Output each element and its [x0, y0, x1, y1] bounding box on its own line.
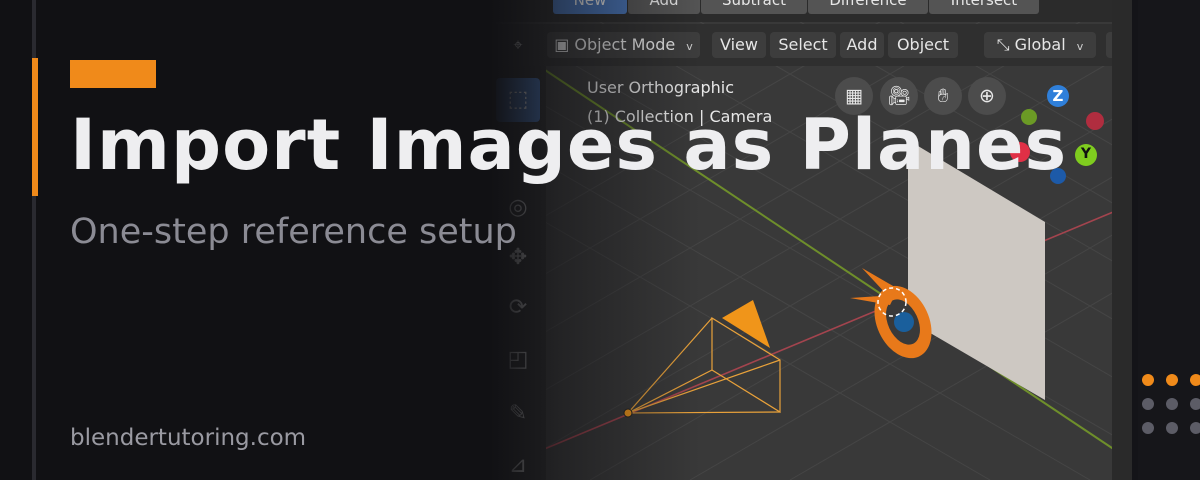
select-menu[interactable]: Select [770, 32, 836, 58]
object-menu[interactable]: Object [888, 32, 958, 58]
accent-bar [32, 58, 38, 196]
decor-dot [1166, 374, 1178, 386]
decor-dot [1190, 374, 1200, 386]
decor-dot [1142, 398, 1154, 410]
mode-label: Object Mode [574, 35, 676, 54]
chevron-down-icon: v [686, 40, 693, 53]
viewport-header: ⌖ ▣ Object Mode v View Select Add Object… [490, 24, 1132, 66]
scale-icon[interactable]: ◰ [496, 338, 540, 382]
view-menu[interactable]: View [712, 32, 766, 58]
page-title: Import Images as Planes [70, 104, 1068, 186]
measure-icon[interactable]: ⊿ [496, 444, 540, 480]
mode-dropdown[interactable]: ▣ Object Mode v [547, 32, 700, 58]
difference-button[interactable]: Difference [808, 0, 928, 14]
add-bool-button[interactable]: Add [628, 0, 700, 14]
object-mode-icon: ▣ [554, 35, 570, 54]
viewport-scene [490, 0, 1132, 480]
subtract-button[interactable]: Subtract [701, 0, 807, 14]
blender-viewport[interactable]: New Add Subtract Difference Intersect ⌖ … [490, 0, 1132, 480]
transform-orientation-icon: ⤡ [996, 35, 1010, 54]
decor-dot [1190, 422, 1200, 434]
website-link[interactable]: blendertutoring.com [70, 425, 306, 451]
decor-dot [1166, 398, 1178, 410]
gizmo-y-label: Y [1080, 146, 1092, 162]
new-button[interactable]: New [553, 0, 627, 14]
camera-origin [623, 408, 633, 418]
editor-type-icon[interactable]: ⌖ [498, 32, 538, 58]
rotate-icon[interactable]: ⟳ [496, 286, 540, 330]
orientation-dropdown[interactable]: ⤡ Global v [984, 32, 1096, 58]
view-name-label: User Orthographic [587, 78, 735, 97]
accent-rectangle [70, 60, 156, 88]
viewport-sidebar-edge[interactable] [1112, 0, 1132, 480]
decor-dot [1190, 398, 1200, 410]
chevron-down-icon: v [1076, 40, 1084, 53]
subtitle: One-step reference setup [70, 212, 517, 252]
decor-dot [1166, 422, 1178, 434]
boolean-toolbar: New Add Subtract Difference Intersect [490, 0, 1132, 22]
decor-dot [1142, 422, 1154, 434]
banner: New Add Subtract Difference Intersect ⌖ … [0, 0, 1200, 480]
annotate-icon[interactable]: ✎ [496, 392, 540, 436]
decor-dot [1142, 374, 1154, 386]
add-menu[interactable]: Add [840, 32, 884, 58]
gizmo-z-label: Z [1052, 87, 1064, 105]
intersect-button[interactable]: Intersect [929, 0, 1039, 14]
orientation-label: Global [1014, 35, 1066, 54]
